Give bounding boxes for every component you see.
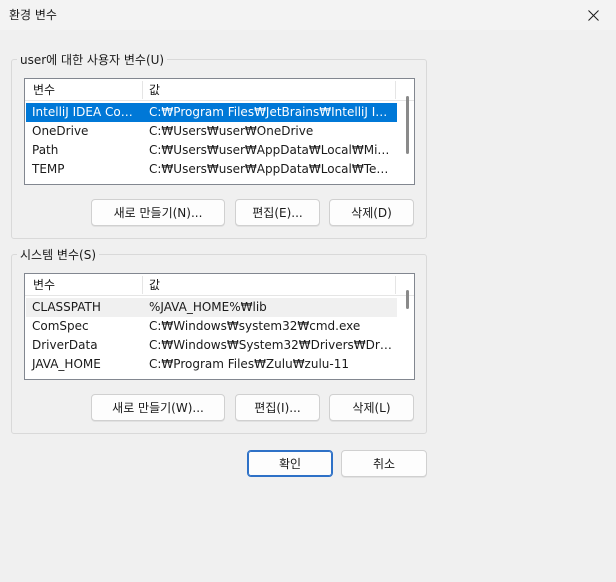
column-separator[interactable] bbox=[395, 276, 396, 294]
list-item[interactable]: IntelliJ IDEA Com... C:₩Program Files₩Je… bbox=[26, 103, 397, 122]
window-title: 환경 변수 bbox=[9, 8, 57, 22]
column-header-value[interactable]: 값 bbox=[143, 274, 393, 296]
list-item[interactable]: CLASSPATH %JAVA_HOME%₩lib bbox=[26, 298, 397, 317]
list-item[interactable]: JAVA_HOME C:₩Program Files₩Zulu₩zulu-11 bbox=[26, 355, 397, 374]
user-edit-button[interactable]: 편집(E)... bbox=[235, 199, 320, 226]
variable-name: CLASSPATH bbox=[32, 300, 101, 314]
title-bar: 환경 변수 bbox=[0, 0, 616, 30]
system-variables-legend: 시스템 변수(S) bbox=[17, 246, 99, 263]
column-separator[interactable] bbox=[395, 81, 396, 99]
variable-value: C:₩Users₩user₩AppData₩Local₩Temp bbox=[149, 162, 395, 176]
column-header-value[interactable]: 값 bbox=[143, 79, 393, 101]
list-item[interactable]: DriverData C:₩Windows₩System32₩Drivers₩D… bbox=[26, 336, 397, 355]
variable-name: IntelliJ IDEA Com... bbox=[32, 105, 141, 119]
variable-value: %JAVA_HOME%₩lib bbox=[149, 300, 267, 314]
variable-name: DriverData bbox=[32, 338, 98, 352]
user-variables-list[interactable]: 변수 값 IntelliJ IDEA Com... C:₩Program Fil… bbox=[24, 78, 415, 185]
list-item[interactable]: ComSpec C:₩Windows₩system32₩cmd.exe bbox=[26, 317, 397, 336]
user-list-header: 변수 값 bbox=[25, 79, 414, 101]
system-delete-button[interactable]: 삭제(L) bbox=[329, 394, 414, 421]
variable-name: TEMP bbox=[32, 162, 65, 176]
list-item[interactable]: Path C:₩Users₩user₩AppData₩Local₩Microso… bbox=[26, 141, 397, 160]
list-item[interactable]: OneDrive C:₩Users₩user₩OneDrive bbox=[26, 122, 397, 141]
column-header-variable[interactable]: 변수 bbox=[27, 79, 142, 101]
cancel-button[interactable]: 취소 bbox=[341, 450, 427, 477]
close-button[interactable] bbox=[570, 0, 616, 30]
variable-name: Path bbox=[32, 143, 59, 157]
user-new-button[interactable]: 새로 만들기(N)... bbox=[91, 199, 225, 226]
variable-name: OneDrive bbox=[32, 124, 89, 138]
list-item[interactable]: TEMP C:₩Users₩user₩AppData₩Local₩Temp bbox=[26, 160, 397, 179]
close-icon bbox=[587, 9, 599, 21]
variable-value: C:₩Users₩user₩OneDrive bbox=[149, 124, 314, 138]
variable-value: C:₩Windows₩System32₩Drivers₩DriverData bbox=[149, 338, 395, 352]
variable-value: C:₩Program Files₩Zulu₩zulu-11 bbox=[149, 357, 350, 371]
ok-button[interactable]: 확인 bbox=[247, 450, 333, 477]
column-header-variable[interactable]: 변수 bbox=[27, 274, 142, 296]
variable-name: ComSpec bbox=[32, 319, 89, 333]
system-edit-button[interactable]: 편집(I)... bbox=[235, 394, 320, 421]
variable-value: C:₩Program Files₩JetBrains₩IntelliJ IDEA… bbox=[149, 105, 395, 119]
system-list-header: 변수 값 bbox=[25, 274, 414, 296]
variable-name: JAVA_HOME bbox=[32, 357, 101, 371]
variable-value: C:₩Windows₩system32₩cmd.exe bbox=[149, 319, 361, 333]
system-new-button[interactable]: 새로 만들기(W)... bbox=[91, 394, 225, 421]
user-variables-legend: user에 대한 사용자 변수(U) bbox=[17, 51, 168, 68]
variable-value: C:₩Users₩user₩AppData₩Local₩Microsoft... bbox=[149, 143, 395, 157]
user-delete-button[interactable]: 삭제(D) bbox=[329, 199, 414, 226]
vertical-scrollbar[interactable] bbox=[406, 96, 409, 154]
system-variables-list[interactable]: 변수 값 CLASSPATH %JAVA_HOME%₩lib ComSpec C… bbox=[24, 273, 415, 380]
vertical-scrollbar[interactable] bbox=[406, 290, 409, 309]
